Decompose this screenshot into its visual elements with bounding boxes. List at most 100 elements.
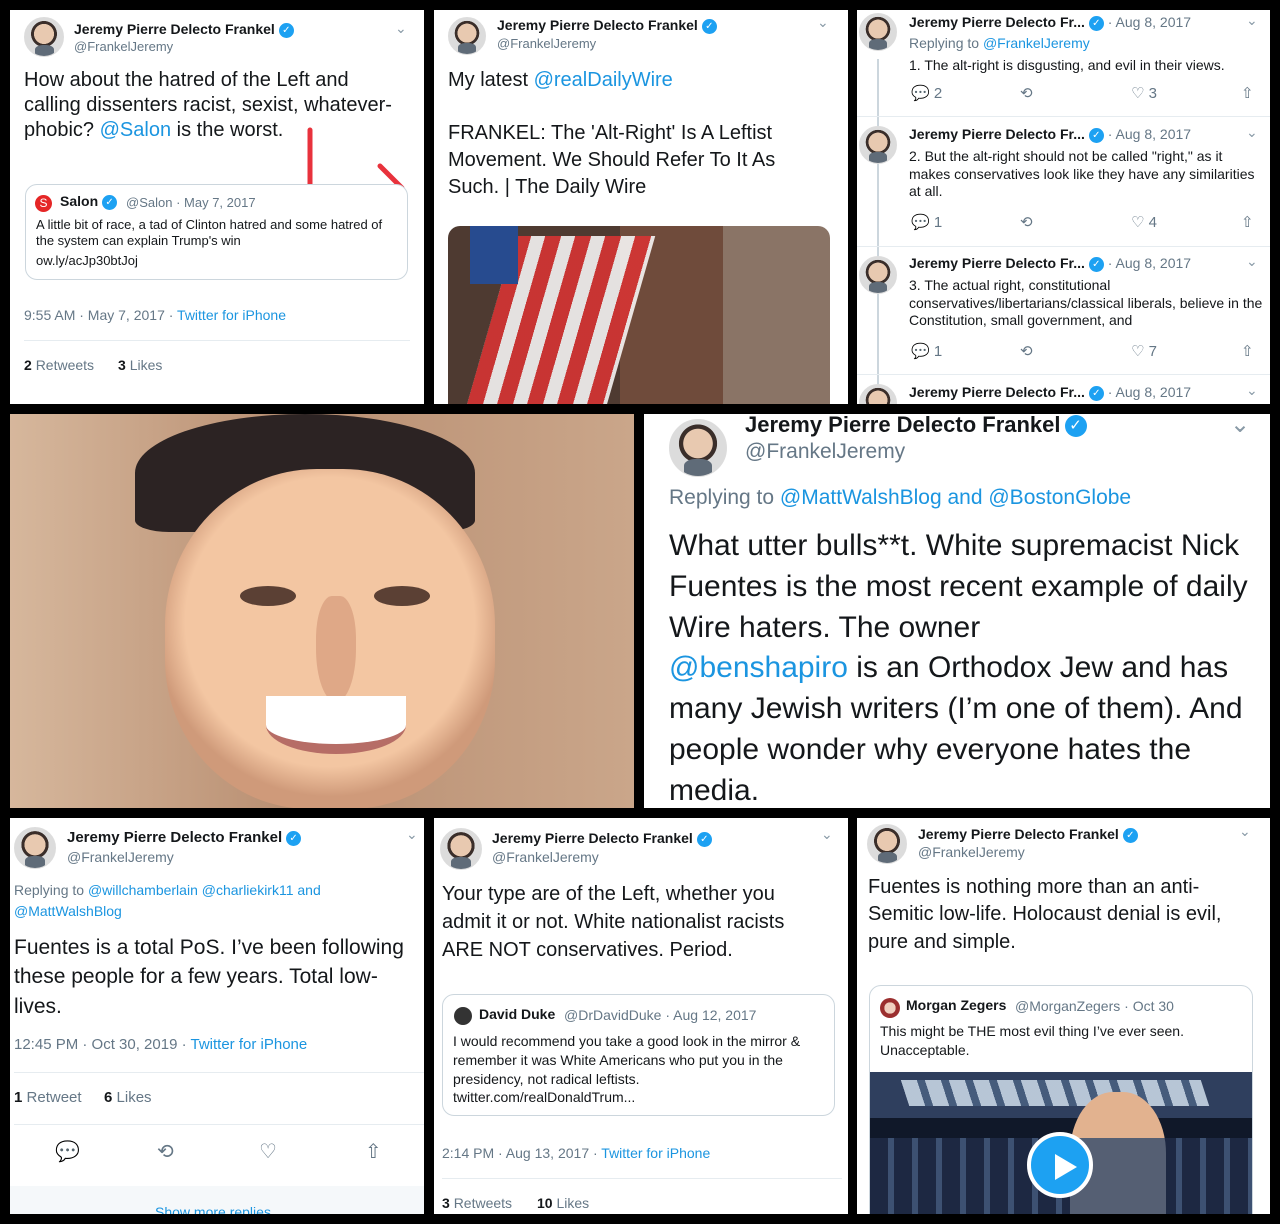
like-count[interactable]: 6 Likes: [104, 1089, 152, 1106]
article-image[interactable]: [448, 226, 830, 404]
avatar[interactable]: [24, 17, 64, 57]
reply-icon[interactable]: 💬: [55, 1139, 80, 1164]
source-link[interactable]: Twitter for iPhone: [177, 307, 286, 323]
play-icon[interactable]: [1027, 1132, 1093, 1198]
avatar[interactable]: [440, 828, 482, 870]
retweet-icon[interactable]: ⟲: [1020, 342, 1033, 360]
thread-text: 3. The actual right, constitutional cons…: [909, 277, 1263, 328]
thread-author[interactable]: Jeremy Pierre Delecto Fr... ✓ · Aug 8, 20…: [909, 126, 1191, 143]
quoted-tweet[interactable]: Morgan Zegers @MorganZegers · Oct 30 Thi…: [869, 985, 1253, 1214]
like-icon[interactable]: ♡ 7: [1131, 342, 1157, 360]
thread-author[interactable]: Jeremy Pierre Delecto Fr... ✓ · Aug 8, 20…: [909, 14, 1191, 31]
tweet-panel-morgan-zegers-quote: Jeremy Pierre Delecto Frankel ✓ @FrankelJ…: [857, 818, 1270, 1214]
salon-mention-link[interactable]: @Salon: [100, 119, 171, 141]
reply-to-links[interactable]: @MattWalshBlog and @BostonGlobe: [780, 486, 1131, 509]
share-icon[interactable]: ⇧: [1241, 213, 1254, 231]
retweet-icon[interactable]: ⟲: [1020, 213, 1033, 231]
verified-badge-icon: ✓: [286, 830, 302, 846]
like-count[interactable]: 10 Likes: [537, 1195, 589, 1211]
chevron-down-icon[interactable]: ⌄: [1246, 124, 1258, 141]
reply-icon[interactable]: 💬 1: [911, 213, 942, 231]
divider: [14, 1124, 424, 1125]
verified-badge-icon: ✓: [1088, 127, 1104, 143]
divider: [857, 116, 1270, 117]
dailywire-mention-link[interactable]: @realDailyWire: [534, 69, 673, 91]
quoted-link[interactable]: ow.ly/acJp30btJoj: [36, 253, 138, 269]
retweet-count[interactable]: 3 Retweets: [442, 1195, 512, 1211]
divider: [857, 246, 1270, 247]
smile: [266, 696, 406, 754]
source-link[interactable]: Twitter for iPhone: [191, 1036, 308, 1053]
avatar[interactable]: [14, 827, 56, 869]
source-link[interactable]: Twitter for iPhone: [601, 1145, 710, 1161]
retweet-count[interactable]: 1 Retweet: [14, 1089, 82, 1106]
nose: [316, 596, 356, 702]
quoted-text: A little bit of race, a tad of Clinton h…: [36, 217, 383, 249]
benshapiro-mention-link[interactable]: @benshapiro: [669, 651, 848, 684]
tweet-panel-david-duke-quote: Jeremy Pierre Delecto Frankel ✓ @FrankelJ…: [434, 818, 848, 1214]
author-name[interactable]: Jeremy Pierre Delecto Frankel ✓: [492, 830, 712, 847]
tweet-panel-salon-quote: Jeremy Pierre Delecto Frankel ✓ @FrankelJ…: [10, 10, 424, 404]
quoted-author[interactable]: Morgan Zegers: [906, 997, 1006, 1013]
avatar[interactable]: [448, 17, 486, 55]
quoted-author[interactable]: Salon ✓: [60, 193, 118, 210]
chevron-down-icon[interactable]: ⌄: [821, 826, 833, 843]
share-icon[interactable]: ⇧: [1241, 342, 1254, 360]
tweet-text: What utter bulls**t. White supremacist N…: [669, 529, 1248, 807]
quoted-link[interactable]: twitter.com/realDonaldTrum...: [453, 1089, 635, 1107]
verified-badge-icon: ✓: [1088, 256, 1104, 272]
timestamp: 12:45 PM · Oct 30, 2019 · Twitter for iP…: [14, 1036, 308, 1053]
author-name[interactable]: Jeremy Pierre Delecto Frankel ✓: [497, 17, 717, 34]
avatar[interactable]: [867, 824, 907, 864]
retweet-icon[interactable]: ⟲: [1020, 84, 1033, 102]
like-icon[interactable]: ♡ 3: [1131, 84, 1157, 102]
large-tweet-panel: Jeremy Pierre Delecto Frankel ✓ @FrankelJ…: [644, 414, 1270, 808]
thread-author[interactable]: Jeremy Pierre Delecto Fr... ✓ · Aug 8, 20…: [909, 255, 1191, 272]
chevron-down-icon[interactable]: ⌄: [1246, 382, 1258, 399]
author-handle: @FrankelJeremy: [67, 849, 174, 865]
chevron-down-icon[interactable]: ⌄: [1239, 823, 1251, 840]
quoted-tweet[interactable]: David Duke @DrDavidDuke · Aug 12, 2017 I…: [442, 994, 835, 1116]
reply-icon[interactable]: 💬 1: [911, 342, 942, 360]
chevron-down-icon[interactable]: ⌄: [395, 20, 407, 37]
chevron-down-icon[interactable]: ⌄: [817, 14, 829, 31]
retweet-count[interactable]: 2 Retweets: [24, 357, 94, 373]
thread-author[interactable]: Jeremy Pierre Delecto Fr... ✓ · Aug 8, 20…: [909, 384, 1191, 401]
quoted-handle-date: @Salon · May 7, 2017: [126, 195, 256, 210]
show-more-replies-link[interactable]: Show more replies: [155, 1204, 271, 1214]
quoted-handle-date: @MorganZegers · Oct 30: [1015, 998, 1174, 1014]
chevron-down-icon[interactable]: ⌄: [1246, 12, 1258, 29]
share-icon[interactable]: ⇧: [1241, 84, 1254, 102]
avatar[interactable]: [859, 126, 897, 164]
author-name[interactable]: Jeremy Pierre Delecto Frankel ✓: [745, 414, 1087, 438]
avatar[interactable]: [859, 256, 897, 294]
like-count[interactable]: 3 Likes: [118, 357, 162, 373]
quoted-author[interactable]: David Duke: [479, 1006, 555, 1022]
like-icon[interactable]: ♡ 4: [1131, 213, 1157, 231]
reply-icon[interactable]: 💬 2: [911, 84, 942, 102]
article-headline[interactable]: FRANKEL: The 'Alt-Right' Is A Leftist Mo…: [448, 120, 803, 201]
salon-logo-icon: S: [35, 195, 52, 212]
retweet-icon[interactable]: ⟲: [157, 1139, 174, 1164]
verified-badge-icon: ✓: [278, 22, 294, 38]
divider: [14, 1072, 424, 1073]
tweet-text: Your type are of the Left, whether you a…: [442, 883, 785, 961]
avatar[interactable]: [669, 419, 727, 477]
avatar[interactable]: [859, 384, 897, 404]
author-name[interactable]: Jeremy Pierre Delecto Frankel ✓: [74, 21, 294, 38]
more-replies-bar: Show more replies: [10, 1186, 424, 1214]
reply-to-link[interactable]: @FrankelJeremy: [983, 35, 1090, 51]
chevron-down-icon[interactable]: ⌄: [1246, 253, 1258, 270]
author-handle: @FrankelJeremy: [492, 849, 599, 865]
chevron-down-icon[interactable]: ⌄: [1230, 414, 1250, 439]
divider: [857, 374, 1270, 375]
author-name[interactable]: Jeremy Pierre Delecto Frankel ✓: [918, 826, 1138, 843]
quoted-tweet[interactable]: S Salon ✓ @Salon · May 7, 2017 A little b…: [25, 184, 408, 280]
like-icon[interactable]: ♡: [259, 1139, 277, 1164]
avatar[interactable]: [859, 13, 897, 51]
author-name[interactable]: Jeremy Pierre Delecto Frankel ✓: [67, 829, 302, 846]
embedded-video[interactable]: [870, 1072, 1252, 1214]
chevron-down-icon[interactable]: ⌄: [406, 826, 418, 843]
verified-badge-icon: ✓: [1122, 827, 1138, 843]
share-icon[interactable]: ⇧: [365, 1139, 382, 1164]
